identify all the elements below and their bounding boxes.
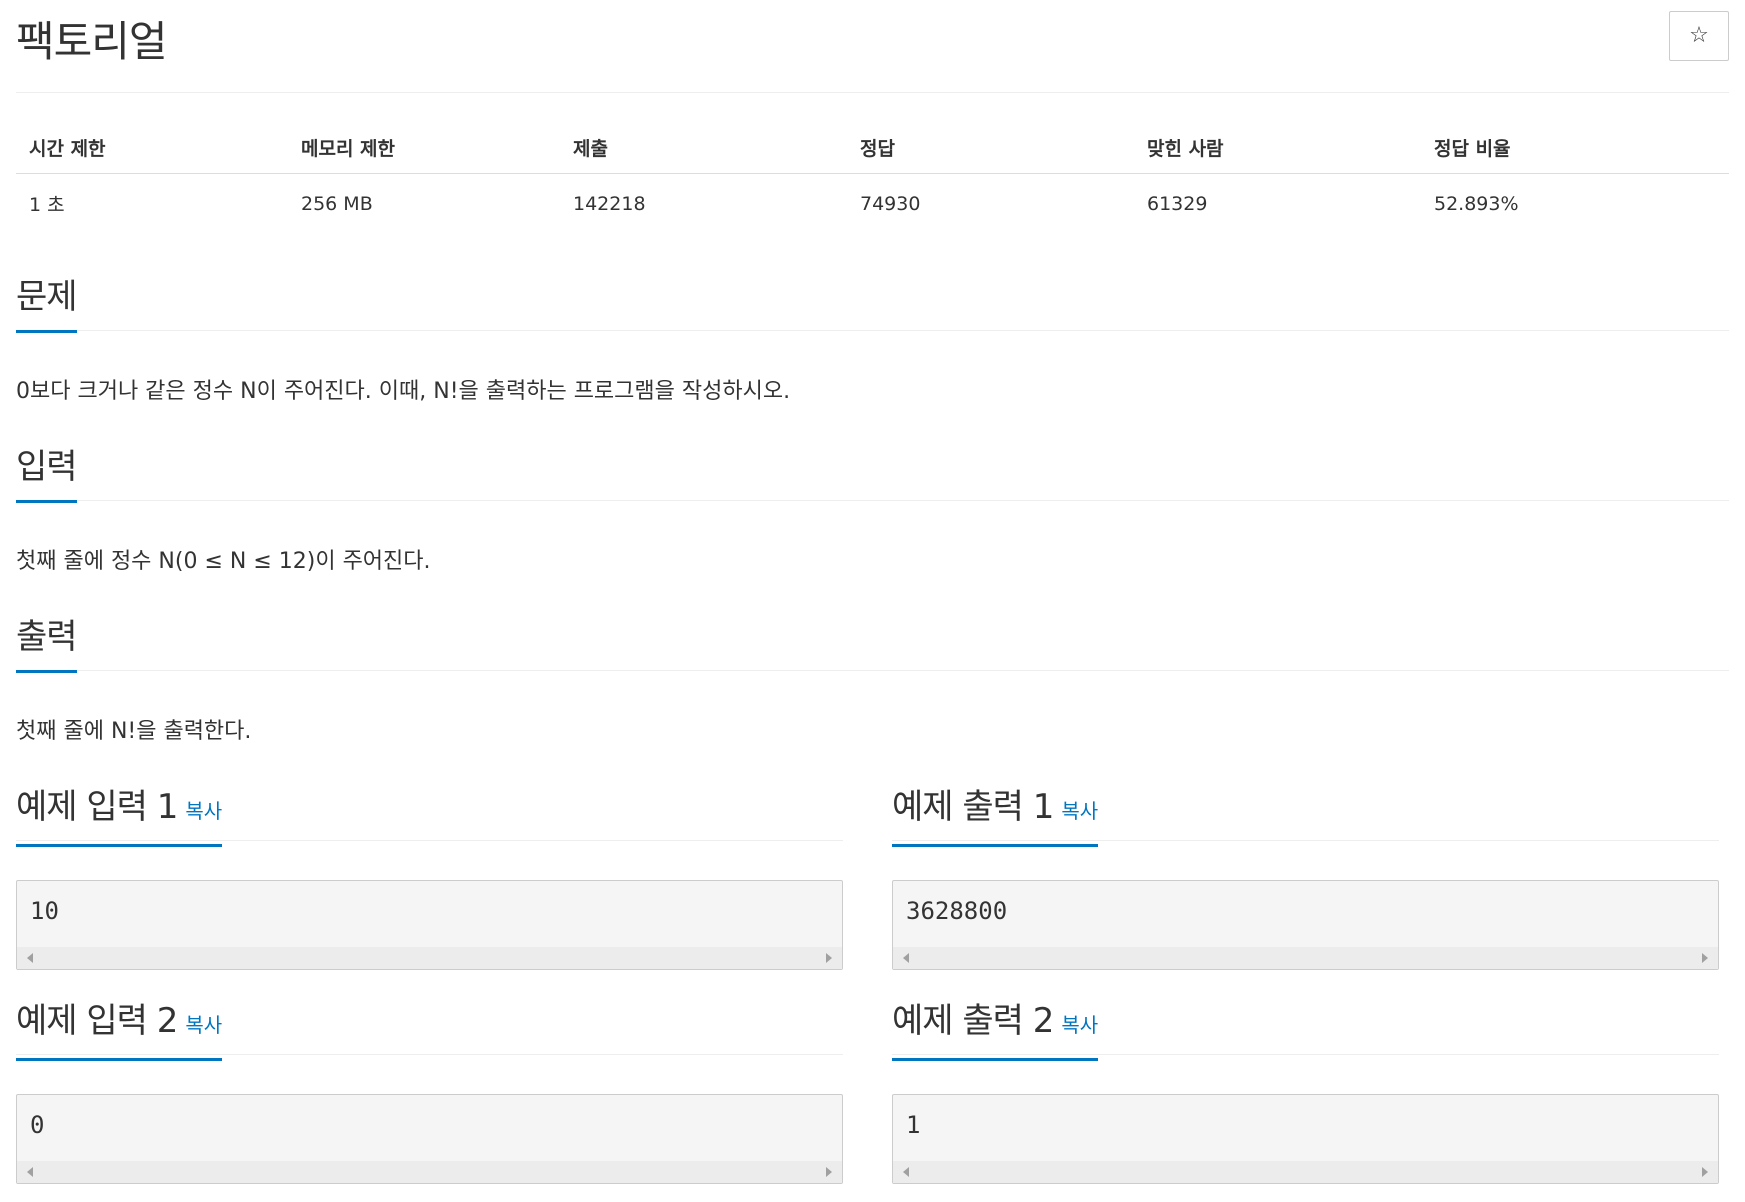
- input-description: 첫째 줄에 정수 N(0 ≤ N ≤ 12)이 주어진다.: [16, 549, 431, 574]
- sample-input-1-title: 예제 입력 1: [16, 787, 178, 827]
- horizontal-scrollbar[interactable]: [17, 947, 842, 969]
- value-submissions: 142218: [573, 192, 646, 215]
- scroll-left-icon[interactable]: [903, 953, 909, 963]
- value-memory-limit: 256 MB: [301, 192, 373, 215]
- copy-sample-input-2-link[interactable]: 복사: [185, 1013, 222, 1037]
- sample-output-1-heading: 예제 출력 1 복사: [892, 784, 1099, 847]
- scroll-right-icon[interactable]: [826, 1167, 832, 1177]
- problem-section-header: 문제: [16, 274, 1729, 333]
- sample-output-1-title: 예제 출력 1: [892, 787, 1054, 827]
- table-row: 1 초 256 MB 142218 74930 61329 52.893%: [16, 174, 1729, 234]
- table-header-row: 시간 제한 메모리 제한 제출 정답 맞힌 사람 정답 비율: [16, 124, 1729, 174]
- scroll-right-icon[interactable]: [826, 953, 832, 963]
- input-section-header: 입력: [16, 444, 1729, 503]
- horizontal-scrollbar[interactable]: [893, 947, 1718, 969]
- header-memory-limit: 메모리 제한: [288, 124, 560, 174]
- scroll-left-icon[interactable]: [27, 953, 33, 963]
- output-description: 첫째 줄에 N!을 출력한다.: [16, 719, 252, 744]
- problem-description: 0보다 크거나 같은 정수 N이 주어진다. 이때, N!을 출력하는 프로그램…: [16, 379, 791, 404]
- scroll-left-icon[interactable]: [27, 1167, 33, 1177]
- sample-output-2-box[interactable]: 1: [892, 1094, 1719, 1184]
- sample-input-2-header: 예제 입력 2 복사: [16, 998, 843, 1061]
- scroll-right-icon[interactable]: [1702, 953, 1708, 963]
- value-accept-ratio: 52.893%: [1434, 192, 1519, 215]
- copy-sample-input-1-link[interactable]: 복사: [185, 799, 222, 823]
- sample-input-1-value: 10: [30, 897, 59, 925]
- output-section-header: 출력: [16, 614, 1729, 673]
- sample-output-2-heading: 예제 출력 2 복사: [892, 998, 1099, 1061]
- copy-sample-output-2-link[interactable]: 복사: [1061, 1013, 1098, 1037]
- header-time-limit: 시간 제한: [16, 124, 288, 174]
- header-submissions: 제출: [560, 124, 847, 174]
- input-heading: 입력: [16, 444, 78, 503]
- sample-input-1-header: 예제 입력 1 복사: [16, 784, 843, 847]
- page-title: 팩토리얼: [16, 17, 168, 66]
- sample-output-1-header: 예제 출력 1 복사: [892, 784, 1719, 847]
- scroll-left-icon[interactable]: [903, 1167, 909, 1177]
- horizontal-scrollbar[interactable]: [17, 1161, 842, 1183]
- problem-page: 팩토리얼 ☆ 시간 제한 메모리 제한 제출 정답 맞힌 사람 정답 비율 1 …: [16, 0, 1729, 1184]
- header-accept-ratio: 정답 비율: [1421, 124, 1729, 174]
- copy-sample-output-1-link[interactable]: 복사: [1061, 799, 1098, 823]
- sample-output-1: 예제 출력 1 복사 3628800: [892, 784, 1719, 970]
- sample-input-2-box[interactable]: 0: [16, 1094, 843, 1184]
- output-heading: 출력: [16, 614, 78, 673]
- sample-output-2-header: 예제 출력 2 복사: [892, 998, 1719, 1061]
- sample-input-2: 예제 입력 2 복사 0: [16, 998, 843, 1184]
- value-time-limit: 1 초: [29, 194, 65, 216]
- sample-input-1-heading: 예제 입력 1 복사: [16, 784, 223, 847]
- scroll-right-icon[interactable]: [1702, 1167, 1708, 1177]
- sample-output-1-value: 3628800: [906, 897, 1008, 925]
- star-icon: ☆: [1689, 23, 1709, 48]
- sample-input-2-heading: 예제 입력 2 복사: [16, 998, 223, 1061]
- sample-input-1: 예제 입력 1 복사 10: [16, 784, 843, 970]
- sample-output-2-value: 1: [906, 1111, 921, 1139]
- title-row: 팩토리얼 ☆: [16, 0, 1729, 93]
- problem-section: 문제 0보다 크거나 같은 정수 N이 주어진다. 이때, N!을 출력하는 프…: [16, 274, 1729, 405]
- output-section: 출력 첫째 줄에 N!을 출력한다.: [16, 614, 1729, 745]
- input-section: 입력 첫째 줄에 정수 N(0 ≤ N ≤ 12)이 주어진다.: [16, 444, 1729, 575]
- problem-heading: 문제: [16, 274, 78, 333]
- horizontal-scrollbar[interactable]: [893, 1161, 1718, 1183]
- value-solved-users: 61329: [1147, 192, 1208, 215]
- header-solved-users: 맞힌 사람: [1134, 124, 1421, 174]
- sample-output-2-title: 예제 출력 2: [892, 1001, 1054, 1041]
- header-accepted: 정답: [847, 124, 1134, 174]
- sample-input-2-title: 예제 입력 2: [16, 1001, 178, 1041]
- sample-input-2-value: 0: [30, 1111, 45, 1139]
- problem-info-table: 시간 제한 메모리 제한 제출 정답 맞힌 사람 정답 비율 1 초 256 M…: [16, 124, 1729, 233]
- star-button[interactable]: ☆: [1669, 11, 1729, 61]
- value-accepted: 74930: [860, 192, 921, 215]
- sample-output-1-box[interactable]: 3628800: [892, 880, 1719, 970]
- sample-output-2: 예제 출력 2 복사 1: [892, 998, 1719, 1184]
- sample-input-1-box[interactable]: 10: [16, 880, 843, 970]
